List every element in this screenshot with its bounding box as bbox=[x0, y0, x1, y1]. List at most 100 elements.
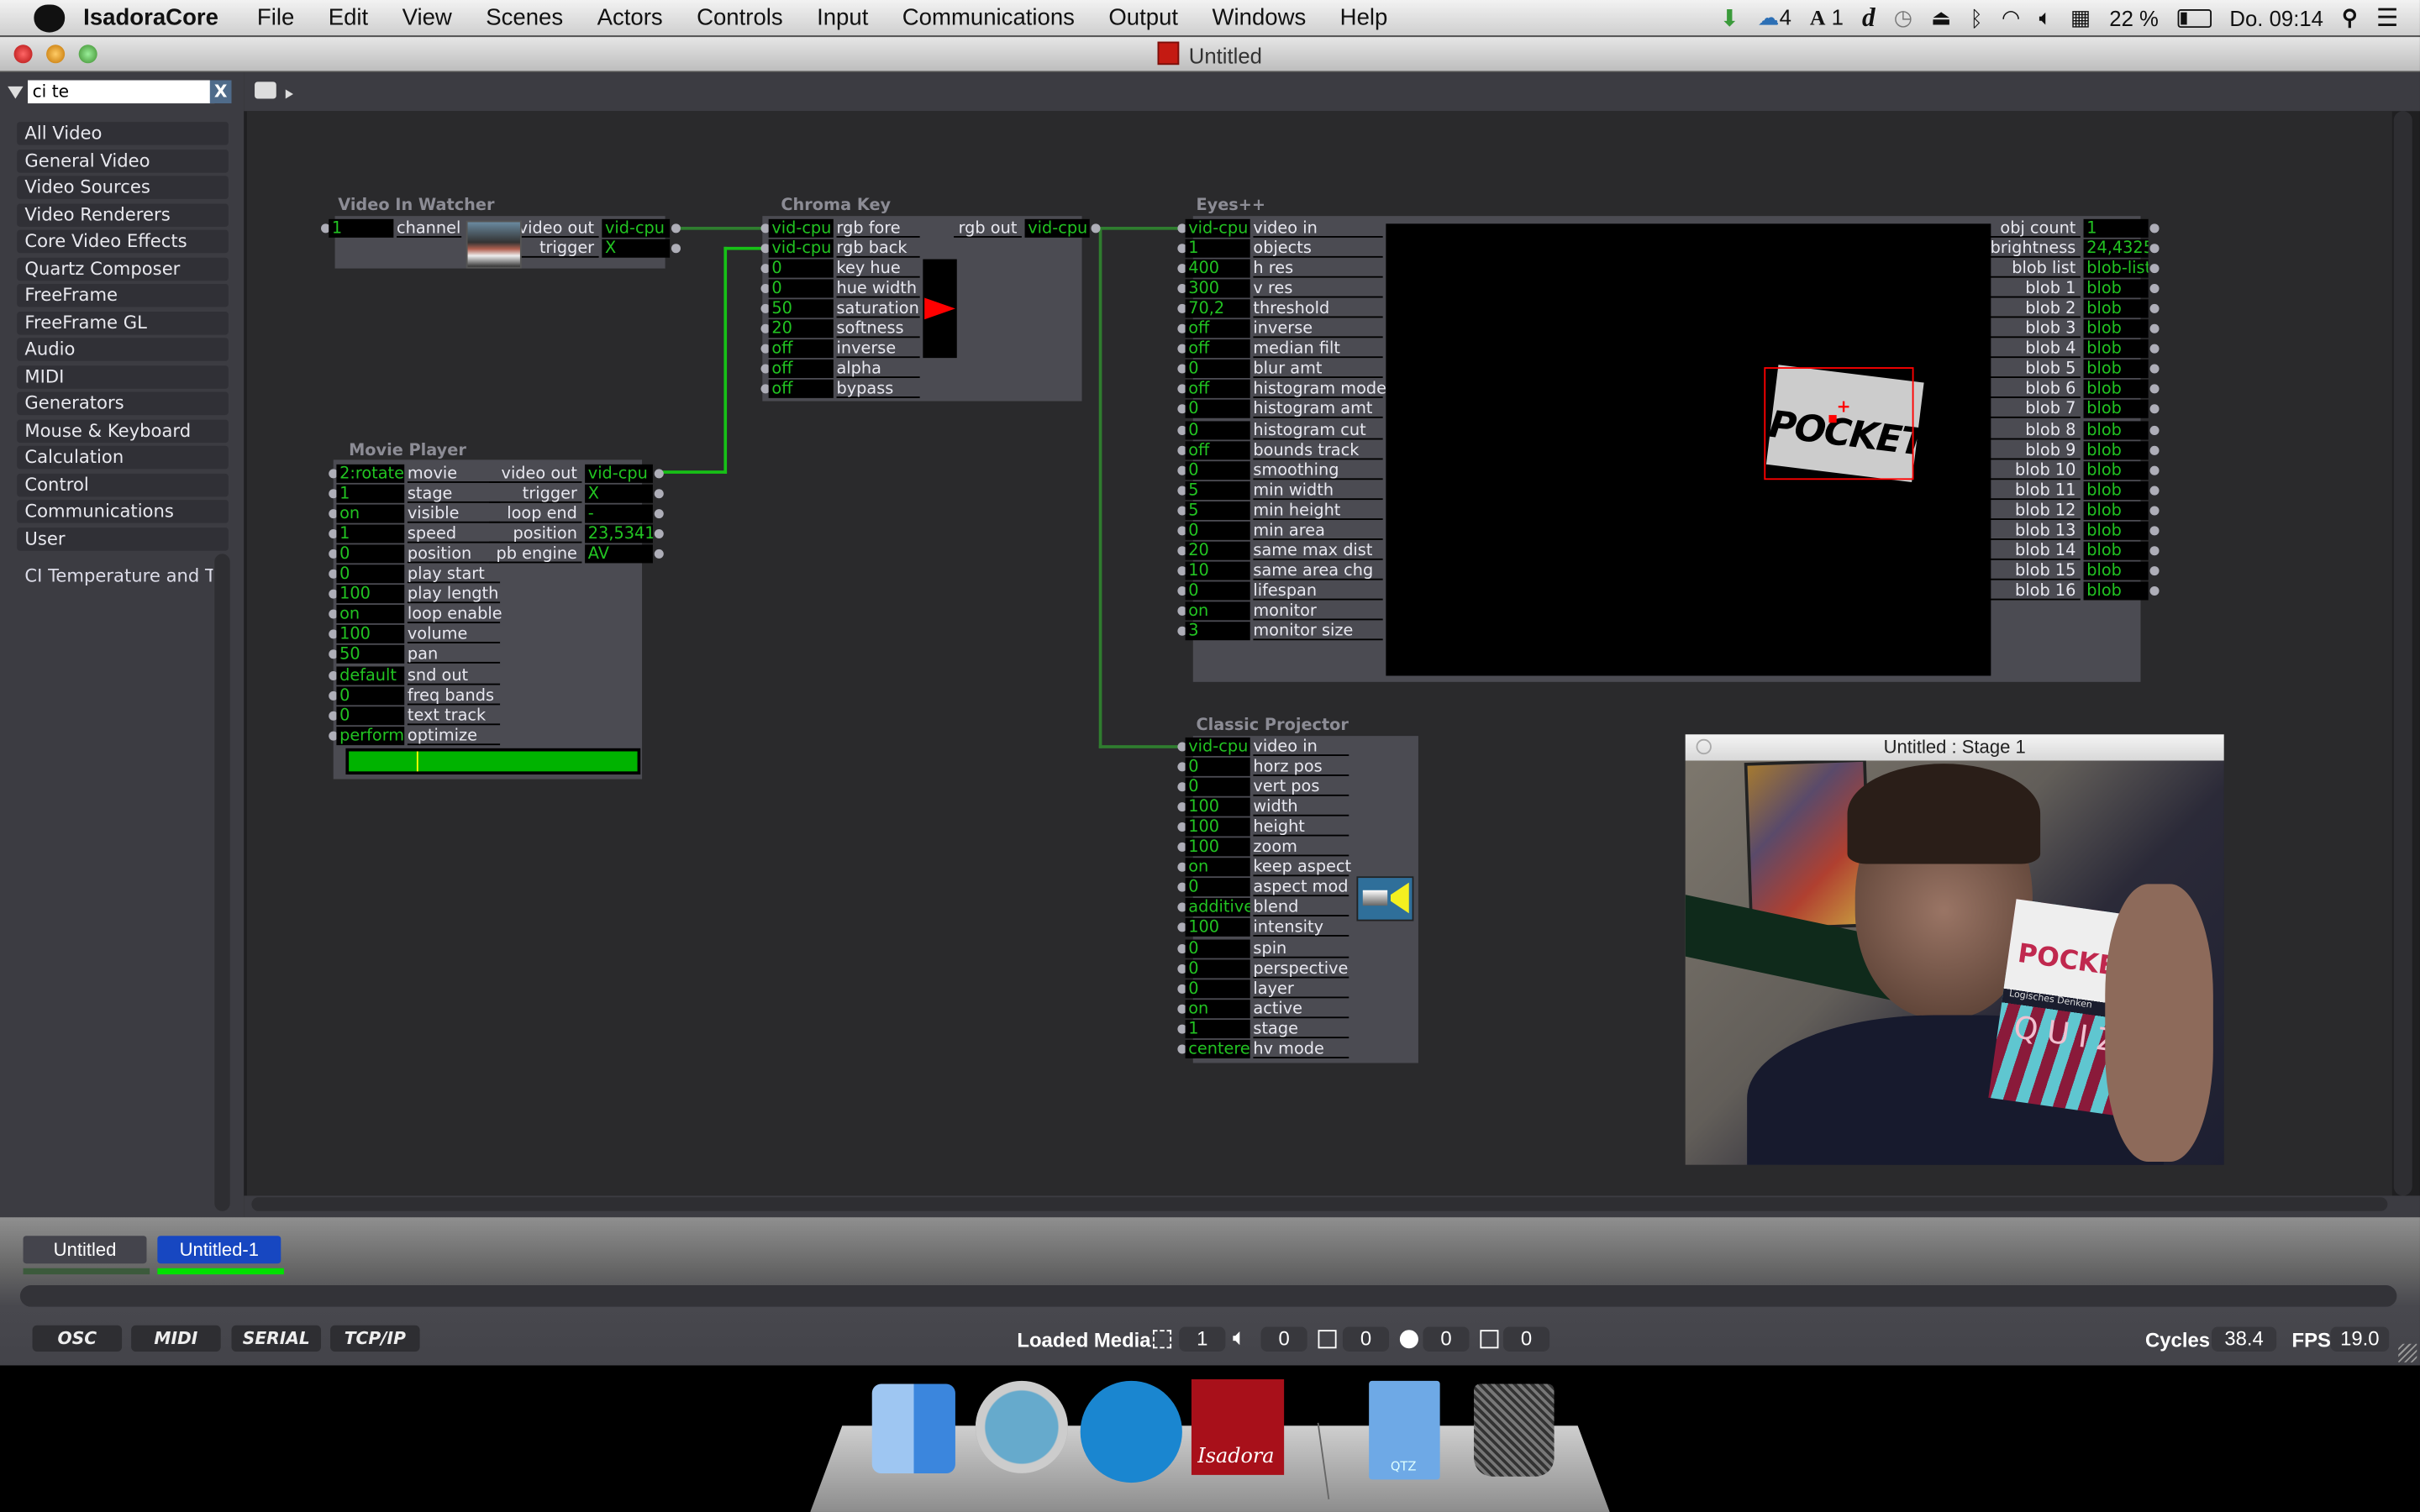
input-value-median-filt[interactable]: off bbox=[1185, 339, 1250, 359]
category-general-video[interactable]: General Video bbox=[17, 149, 229, 172]
output-value-blob-11[interactable]: blob bbox=[2083, 480, 2149, 500]
input-value-spin[interactable]: 0 bbox=[1185, 938, 1250, 958]
category-video-renderers[interactable]: Video Renderers bbox=[17, 202, 229, 227]
output-port[interactable] bbox=[2149, 244, 2160, 254]
video-in-watcher-title[interactable]: Video In Watcher bbox=[338, 196, 494, 214]
output-port[interactable] bbox=[2149, 444, 2160, 454]
cloud-sync-icon[interactable]: ☁4 bbox=[1758, 5, 1791, 31]
volume-icon[interactable]: 🔈︎ bbox=[2039, 5, 2051, 31]
input-value-text-track[interactable]: 0 bbox=[336, 706, 405, 725]
menu-scenes[interactable]: Scenes bbox=[486, 5, 563, 31]
output-value-video-out[interactable]: vid-cpu bbox=[602, 218, 671, 238]
category-freeframe[interactable]: FreeFrame bbox=[17, 283, 229, 307]
output-port[interactable] bbox=[2149, 465, 2160, 475]
output-value-blob-7[interactable]: blob bbox=[2083, 400, 2149, 419]
openoffice-icon[interactable] bbox=[1080, 1380, 1182, 1483]
menu-view[interactable]: View bbox=[402, 5, 452, 31]
output-port[interactable] bbox=[654, 469, 664, 479]
output-value-rgb-out[interactable]: vid-cpu bbox=[1024, 218, 1090, 238]
category-mouse-keyboard[interactable]: Mouse & Keyboard bbox=[17, 418, 229, 443]
input-value-monitor-size[interactable]: 3 bbox=[1185, 622, 1250, 641]
input-value-volume[interactable]: 100 bbox=[336, 625, 405, 644]
spotlight-icon[interactable]: ⚲ bbox=[2342, 5, 2358, 31]
input-value-play-length[interactable]: 100 bbox=[336, 585, 405, 604]
input-value-rgb-back[interactable]: vid-cpu bbox=[768, 239, 834, 258]
input-value-perspective[interactable]: 0 bbox=[1185, 958, 1250, 978]
wire-movie-to-chroma-h2[interactable] bbox=[660, 470, 728, 474]
input-value-inverse[interactable]: off bbox=[768, 339, 834, 359]
wire-chroma-to-projector-h[interactable] bbox=[1098, 745, 1181, 748]
wire-movie-to-chroma-v[interactable] bbox=[723, 246, 728, 474]
safari-icon[interactable] bbox=[975, 1380, 1068, 1474]
input-value-pan[interactable]: 50 bbox=[336, 645, 405, 664]
menu-input[interactable]: Input bbox=[817, 5, 868, 31]
output-value-blob-5[interactable]: blob bbox=[2083, 360, 2149, 379]
input-value-freq-bands[interactable]: 0 bbox=[336, 685, 405, 705]
output-port[interactable] bbox=[2149, 565, 2160, 575]
output-port[interactable] bbox=[671, 244, 681, 254]
input-value-bounds-track[interactable]: off bbox=[1185, 440, 1250, 459]
output-value-blob-1[interactable]: blob bbox=[2083, 279, 2149, 298]
isadora-icon[interactable]: Isadora bbox=[1191, 1379, 1285, 1475]
input-value-visible[interactable]: on bbox=[336, 504, 405, 523]
input-value-width[interactable]: 100 bbox=[1185, 797, 1250, 816]
resize-grip-icon[interactable] bbox=[2398, 1343, 2417, 1362]
trash-icon[interactable] bbox=[1474, 1383, 1555, 1477]
output-value-blob-13[interactable]: blob bbox=[2083, 521, 2149, 540]
adobe-icon[interactable]: A 1 bbox=[1810, 4, 1844, 32]
scene-scrubber[interactable] bbox=[19, 1284, 2397, 1307]
input-value-histogram-amt[interactable]: 0 bbox=[1185, 400, 1250, 419]
scene-tab-2[interactable]: Untitled-1 bbox=[157, 1236, 281, 1264]
chroma-key-title[interactable]: Chroma Key bbox=[781, 196, 891, 214]
midi-button[interactable]: MIDI bbox=[131, 1325, 221, 1352]
output-value-blob-2[interactable]: blob bbox=[2083, 299, 2149, 318]
output-value-blob-list[interactable]: blob-list bbox=[2083, 259, 2149, 278]
input-value-speed[interactable]: 1 bbox=[336, 524, 405, 543]
output-value-blob-4[interactable]: blob bbox=[2083, 339, 2149, 359]
output-port[interactable] bbox=[2149, 585, 2160, 596]
input-value-channel[interactable]: 1 bbox=[329, 218, 394, 238]
disclosure-triangle-icon[interactable] bbox=[8, 86, 24, 99]
finder-icon[interactable] bbox=[871, 1383, 955, 1474]
category-freeframe-gl[interactable]: FreeFrame GL bbox=[17, 311, 229, 334]
input-value-intensity[interactable]: 100 bbox=[1185, 918, 1250, 937]
input-value-zoom[interactable]: 100 bbox=[1185, 837, 1250, 857]
output-value-video-out[interactable]: vid-cpu bbox=[585, 464, 653, 483]
output-value-blob-9[interactable]: blob bbox=[2083, 440, 2149, 459]
input-value-threshold[interactable]: 70,2 bbox=[1185, 299, 1250, 318]
tcpip-button[interactable]: TCP/IP bbox=[330, 1325, 420, 1352]
input-value-smoothing[interactable]: 0 bbox=[1185, 460, 1250, 480]
qtz-document-icon[interactable]: QTZ bbox=[1369, 1380, 1440, 1480]
stage-titlebar[interactable]: Untitled : Stage 1 bbox=[1685, 734, 2224, 761]
wire-watcher-to-chroma[interactable] bbox=[677, 226, 765, 230]
output-value-blob-10[interactable]: blob bbox=[2083, 460, 2149, 480]
bluetooth-icon[interactable]: ᛒ bbox=[1970, 5, 1983, 29]
output-value-blob-14[interactable]: blob bbox=[2083, 541, 2149, 560]
app-menu[interactable]: IsadoraCore bbox=[83, 5, 218, 31]
d-app-icon[interactable]: d bbox=[1862, 3, 1876, 34]
input-value-loop-enable[interactable]: on bbox=[336, 605, 405, 624]
serial-button[interactable]: SERIAL bbox=[231, 1325, 322, 1352]
clock[interactable]: Do. 09:14 bbox=[2229, 5, 2323, 29]
input-value-active[interactable]: on bbox=[1185, 999, 1250, 1018]
menu-actors[interactable]: Actors bbox=[597, 5, 663, 31]
input-value-softness[interactable]: 20 bbox=[768, 319, 834, 339]
input-value-h-res[interactable]: 400 bbox=[1185, 259, 1250, 278]
wifi-icon[interactable]: ◠ bbox=[2002, 5, 2020, 31]
menu-edit[interactable]: Edit bbox=[329, 5, 368, 31]
input-value-horz-pos[interactable]: 0 bbox=[1185, 757, 1250, 776]
output-value-blob-15[interactable]: blob bbox=[2083, 561, 2149, 580]
input-value-snd-out[interactable]: default bbox=[336, 665, 405, 685]
input-value-histogram-cut[interactable]: 0 bbox=[1185, 420, 1250, 439]
category-midi[interactable]: MIDI bbox=[17, 365, 229, 388]
apple-menu-icon[interactable] bbox=[34, 3, 66, 32]
input-value-vert-pos[interactable]: 0 bbox=[1185, 777, 1250, 796]
movie-progress-bar[interactable] bbox=[345, 748, 641, 775]
input-value-blend[interactable]: additive bbox=[1185, 898, 1250, 917]
input-value-key-hue[interactable]: 0 bbox=[768, 259, 834, 278]
menu-communications[interactable]: Communications bbox=[902, 5, 1075, 31]
output-port[interactable] bbox=[2149, 545, 2160, 555]
category-quartz-composer[interactable]: Quartz Composer bbox=[17, 256, 229, 281]
osc-button[interactable]: OSC bbox=[32, 1325, 123, 1352]
output-value-position[interactable]: 23,5341 bbox=[585, 524, 653, 543]
